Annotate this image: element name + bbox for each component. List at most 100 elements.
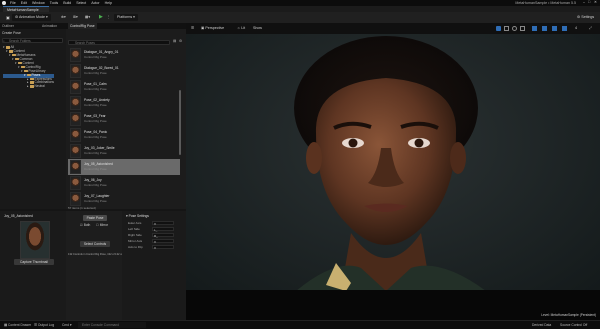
console-input[interactable]: Enter Console Command — [78, 322, 146, 328]
pose-list-item[interactable]: Dialogue_02_Bored_01 Control Rig Pose — [68, 63, 180, 79]
pose-list-item[interactable]: Pose_02_Anxiety Control Rig Pose — [68, 95, 180, 111]
scale-icon[interactable] — [520, 26, 525, 31]
settings-label: Settings — [581, 15, 595, 19]
scale-snap-icon[interactable] — [562, 26, 567, 31]
both-toggle[interactable]: ☑ Both — [80, 223, 90, 227]
item-count: 57 items (1 selected) — [68, 206, 96, 210]
perspective-button[interactable]: ▣ Perspective — [198, 25, 227, 31]
output-log-button[interactable]: ☰ Output Log — [34, 322, 54, 328]
pose-type: Control Rig Pose — [84, 87, 107, 91]
pose-list-item[interactable]: Dialogue_01_Angry_01 Control Rig Pose — [68, 47, 180, 63]
translate-icon[interactable] — [504, 26, 509, 31]
pose-type: Control Rig Pose — [84, 71, 107, 75]
pose-search-input[interactable]: Search Poses — [68, 40, 170, 45]
pose-thumbnail — [70, 112, 81, 126]
pose-list-item[interactable]: Pose_01_Calm Control Rig Pose — [68, 79, 180, 95]
cmd-dropdown[interactable]: Cmd ▾ — [62, 322, 72, 328]
pose-setting-value[interactable]: L_ — [152, 226, 174, 232]
pose-settings-title: ▾ Pose Settings — [126, 214, 149, 218]
create-pose-button[interactable]: Create Pose — [2, 31, 21, 35]
pose-thumbnail — [70, 80, 81, 94]
pose-settings-panel: ▾ Pose Settings Euler Axis X Left Side L_ Ri… — [122, 211, 186, 320]
maximize-viewport-icon[interactable]: ⤢ — [586, 25, 595, 31]
blueprint-icon[interactable]: ⊞▾ — [70, 14, 81, 21]
search-icon: ⌕ — [3, 38, 5, 43]
pose-name: Pose_03_Fear — [84, 114, 106, 118]
both-label: Both — [83, 223, 91, 227]
pose-preview-name: Joy_05_Astonished — [4, 214, 33, 218]
world-local-icon[interactable] — [532, 26, 537, 31]
camera-speed[interactable]: 4 — [572, 25, 580, 31]
pose-type: Control Rig Pose — [84, 135, 107, 139]
pose-setting-value[interactable]: X — [152, 220, 174, 226]
tree-item[interactable]: ▸ Neutral — [3, 85, 54, 89]
folder-search-input[interactable]: Search Folders — [2, 38, 63, 43]
lit-button[interactable]: ☼ Lit — [234, 25, 248, 31]
pose-name: Dialogue_01_Angry_01 — [84, 50, 119, 54]
menu-edit[interactable]: Edit — [21, 1, 27, 5]
select-controls-button[interactable]: Select Controls — [80, 241, 110, 247]
viewport-bottom: Level: MetaHumanSample (Persistent) — [186, 290, 600, 320]
gear-icon[interactable]: ⚙ — [179, 39, 182, 43]
metahuman-face-render — [186, 23, 600, 320]
menu-build[interactable]: Build — [63, 1, 71, 5]
folder-icon[interactable]: ▤ — [173, 39, 176, 43]
pose-type: Control Rig Pose — [84, 151, 107, 155]
pose-setting-label: Right Side — [128, 233, 142, 237]
pose-status-text: 132 Controls in Control Rig Pose, 132 of… — [68, 253, 126, 256]
asset-list-scrollbar[interactable] — [179, 90, 181, 155]
platforms-dropdown[interactable]: Platforms ▾ — [114, 14, 138, 21]
pose-name: Joy_03_Joker_Smile — [84, 146, 115, 150]
viewport-toolbar: ☰ ▣ Perspective ☼ Lit Show 4 ⤢ — [186, 23, 600, 34]
rotation-snap-icon[interactable] — [552, 26, 557, 31]
folder-tree-panel: Create Pose Search Folders ⌕ ▾ All ▾ Con… — [0, 29, 67, 209]
window-title: MetaHumanSample • MetaHuman 5.5 — [515, 1, 576, 5]
pose-type: Control Rig Pose — [84, 103, 107, 107]
pose-thumbnail — [70, 128, 81, 142]
pose-type: Control Rig Pose — [84, 199, 107, 203]
pose-name: Dialogue_02_Bored_01 — [84, 66, 119, 70]
grid-snap-icon[interactable] — [542, 26, 547, 31]
pose-list-item[interactable]: Joy_07_Laughter Control Rig Pose — [68, 191, 180, 207]
play-options-icon[interactable]: ⋮ — [104, 14, 114, 21]
pose-list-item[interactable]: Pose_04_Panic Control Rig Pose — [68, 127, 180, 143]
pose-setting-value[interactable]: X — [152, 238, 174, 244]
add-content-icon[interactable]: ⊕▾ — [58, 14, 69, 21]
mode-dropdown[interactable]: ⚙ Animation Mode ▾ — [12, 14, 51, 21]
pose-setting-value[interactable]: X — [152, 244, 174, 250]
menu-actor[interactable]: Actor — [91, 1, 99, 5]
show-button[interactable]: Show — [250, 25, 265, 31]
capture-thumbnail-button[interactable]: Capture Thumbnail — [14, 259, 54, 265]
menu-file[interactable]: File — [10, 1, 16, 5]
pose-setting-value[interactable]: R_ — [152, 232, 174, 238]
paste-pose-button[interactable]: Paste Pose — [83, 215, 107, 221]
pose-list-item[interactable]: Pose_03_Fear Control Rig Pose — [68, 111, 180, 127]
pose-list-item[interactable]: Joy_06_Joy Control Rig Pose — [68, 175, 180, 191]
level-viewport[interactable] — [186, 23, 600, 320]
pose-thumbnail — [70, 48, 81, 62]
cinematics-icon[interactable]: ▦▾ — [82, 14, 93, 21]
pose-thumbnail — [70, 144, 81, 158]
mode-label: Animation Mode — [19, 15, 45, 19]
maximize-icon[interactable]: □ — [588, 0, 592, 4]
minimize-icon[interactable]: – — [583, 0, 587, 4]
menu-help[interactable]: Help — [105, 1, 112, 5]
pose-list-item[interactable]: Joy_03_Joker_Smile Control Rig Pose — [68, 143, 180, 159]
unreal-logo-icon[interactable] — [2, 1, 6, 5]
content-drawer-button[interactable]: ▦ Content Drawer — [4, 322, 31, 328]
viewport-menu-icon[interactable]: ☰ — [188, 25, 197, 31]
select-mode-icon[interactable] — [496, 26, 501, 31]
derived-data-button[interactable]: Derived Data — [532, 322, 551, 328]
pose-setting-label: Axis to Flip — [128, 245, 143, 249]
mirror-toggle[interactable]: ☐ Mirror — [96, 223, 108, 227]
menu-tools[interactable]: Tools — [50, 1, 58, 5]
settings-button[interactable]: ⚙ Settings — [574, 14, 597, 21]
menu-select[interactable]: Select — [76, 1, 86, 5]
platforms-label: Platforms — [117, 15, 133, 19]
pose-list-item[interactable]: Joy_05_Astonished Control Rig Pose — [68, 159, 180, 175]
close-icon[interactable]: ✕ — [594, 0, 598, 4]
rotate-icon[interactable] — [512, 26, 517, 31]
menu-window[interactable]: Window — [32, 1, 45, 5]
source-control-button[interactable]: Source Control Off — [560, 322, 587, 328]
pose-name: Joy_06_Joy — [84, 178, 102, 182]
